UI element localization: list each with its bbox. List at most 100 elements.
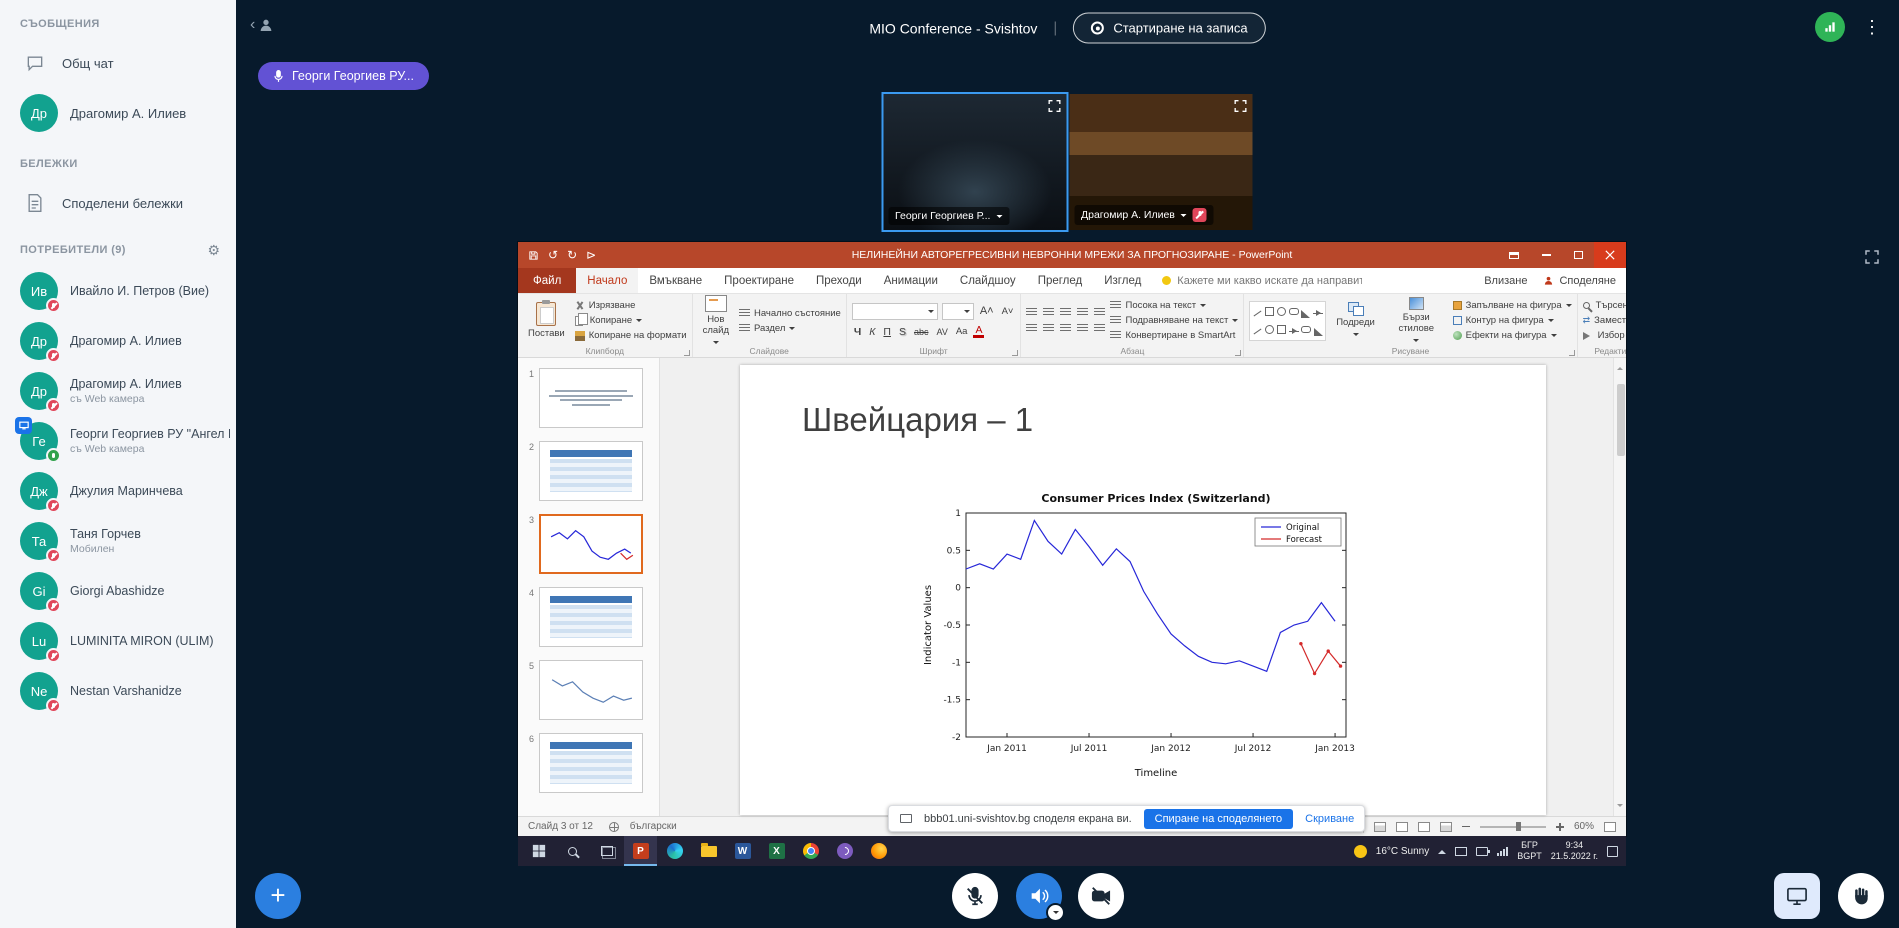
reading-view-button[interactable] — [1418, 822, 1430, 832]
clock[interactable]: 9:3421.5.2022 г. — [1551, 840, 1598, 862]
options-kebab-menu[interactable]: ⋮ — [1859, 17, 1885, 38]
restore-presentation-button[interactable] — [1774, 873, 1820, 919]
dialog-launcher-icon[interactable] — [1569, 350, 1575, 356]
presentation-fullscreen-icon[interactable] — [1863, 248, 1881, 266]
shape-fill-button[interactable]: Запълване на фигура — [1453, 300, 1572, 311]
webcam-tile[interactable]: Драгомир А. Илиев — [1069, 94, 1252, 230]
tab-slideshow[interactable]: Слайдшоу — [949, 268, 1027, 293]
bold-button[interactable]: Ч — [852, 326, 863, 338]
webcam-tile[interactable]: Георги Георгиев Р... — [883, 94, 1066, 230]
copy-button[interactable]: Копиране — [575, 315, 687, 326]
user-list-item[interactable]: Дж Джулия Маринчева — [0, 466, 236, 516]
shared-notes-item[interactable]: Споделени бележки — [0, 180, 236, 226]
task-view-button[interactable] — [590, 836, 623, 866]
underline-button[interactable]: П — [881, 326, 893, 338]
slide-thumbnail[interactable]: 2 — [524, 441, 649, 501]
ribbon-display-options-button[interactable] — [1498, 242, 1530, 268]
taskbar-word-icon[interactable]: W — [726, 836, 759, 866]
language-indicator[interactable]: български — [609, 821, 677, 832]
dialog-launcher-icon[interactable] — [684, 350, 690, 356]
slide-thumbnail[interactable]: 6 — [524, 733, 649, 793]
slide-thumbnail[interactable]: 4 — [524, 587, 649, 647]
taskbar-powerpoint-icon[interactable]: P — [624, 836, 657, 866]
justify-icon[interactable] — [1077, 324, 1088, 333]
quick-styles-button[interactable]: Бързи стилове — [1385, 296, 1448, 346]
public-chat-item[interactable]: Общ чат — [0, 40, 236, 86]
raise-hand-button[interactable] — [1838, 873, 1884, 919]
stop-sharing-button[interactable]: Спиране на споделянето — [1144, 809, 1294, 829]
search-button[interactable] — [556, 836, 589, 866]
taskbar-firefox-icon[interactable] — [862, 836, 895, 866]
maximize-button[interactable] — [1562, 242, 1594, 268]
user-list-item[interactable]: Ив Ивайло И. Петров (Вие) — [0, 266, 236, 316]
vertical-scrollbar[interactable] — [1613, 358, 1626, 816]
columns-icon[interactable] — [1094, 324, 1105, 333]
zoom-in-button[interactable] — [1556, 823, 1564, 831]
fit-to-window-button[interactable] — [1604, 822, 1616, 832]
taskbar-viber-icon[interactable] — [828, 836, 861, 866]
replace-button[interactable]: ⇄Заместване — [1583, 315, 1626, 326]
sign-in-link[interactable]: Влизане — [1484, 275, 1527, 287]
user-list-item[interactable]: Lu LUMINITA MIRON (ULIM) — [0, 616, 236, 666]
language-indicator[interactable]: БГРBGPT — [1517, 840, 1542, 862]
bullets-icon[interactable] — [1026, 308, 1037, 317]
line-spacing-icon[interactable] — [1094, 308, 1105, 317]
save-icon[interactable] — [528, 250, 539, 261]
slide-thumbnail[interactable]: 5 — [524, 660, 649, 720]
align-center-icon[interactable] — [1043, 324, 1054, 333]
grow-font-button[interactable]: A˄ — [978, 305, 996, 317]
taskbar-chrome-icon[interactable] — [794, 836, 827, 866]
font-size-combobox[interactable] — [942, 303, 974, 320]
select-button[interactable]: Избор — [1583, 330, 1626, 341]
arrange-button[interactable]: Подреди — [1331, 301, 1380, 340]
action-center-icon[interactable] — [1607, 846, 1618, 857]
new-slide-button[interactable]: Нов слайд — [698, 294, 734, 348]
user-list-item[interactable]: Ne Nestan Varshanidze — [0, 666, 236, 716]
section-button[interactable]: Раздел — [739, 323, 841, 334]
decrease-indent-icon[interactable] — [1060, 308, 1071, 317]
slide-thumbnail-selected[interactable]: 3 — [524, 514, 649, 574]
private-chat-item[interactable]: Др Драгомир А. Илиев — [0, 86, 236, 140]
slideshow-view-button[interactable] — [1440, 822, 1452, 832]
fullscreen-icon[interactable] — [1046, 98, 1062, 114]
cut-button[interactable]: Изрязване — [575, 300, 687, 311]
close-button[interactable] — [1594, 242, 1626, 268]
scroll-down-icon[interactable] — [1617, 804, 1623, 810]
format-painter-button[interactable]: Копиране на формати — [575, 330, 687, 341]
normal-view-button[interactable] — [1374, 822, 1386, 832]
user-list-item[interactable]: Др Драгомир А. Илиевсъ Web камера — [0, 366, 236, 416]
talking-indicator[interactable]: Георги Георгиев РУ... — [258, 62, 429, 90]
paste-button[interactable]: Постави — [523, 301, 570, 340]
current-slide[interactable]: Швейцария – 1 Consumer Prices Index (Swi… — [740, 365, 1546, 815]
slide-sorter-view-button[interactable] — [1396, 822, 1408, 832]
text-direction-button[interactable]: Посока на текст — [1110, 300, 1238, 311]
camera-off-button[interactable] — [1078, 873, 1124, 919]
align-left-icon[interactable] — [1026, 324, 1037, 333]
shape-effects-button[interactable]: Ефекти на фигура — [1453, 330, 1572, 341]
taskbar-edge-icon[interactable] — [658, 836, 691, 866]
webcam-name-dropdown[interactable]: Георги Георгиев Р... — [888, 207, 1009, 225]
character-spacing-button[interactable]: AV — [935, 327, 950, 337]
tab-transitions[interactable]: Преходи — [805, 268, 873, 293]
taskbar-file-explorer-icon[interactable] — [692, 836, 725, 866]
weather-text[interactable]: 16°C Sunny — [1376, 846, 1429, 857]
zoom-out-button[interactable] — [1462, 826, 1470, 828]
change-case-button[interactable]: Aa — [954, 326, 970, 337]
tab-home[interactable]: Начало — [576, 268, 638, 293]
tab-insert[interactable]: Вмъкване — [638, 268, 713, 293]
shape-outline-button[interactable]: Контур на фигура — [1453, 315, 1572, 326]
display-tray-icon[interactable] — [1455, 847, 1467, 856]
start-recording-button[interactable]: Стартиране на записа — [1073, 13, 1265, 44]
start-slideshow-icon[interactable]: ⊳ — [586, 248, 596, 262]
text-shadow-button[interactable]: S — [897, 326, 908, 338]
share-button[interactable]: Споделяне — [1543, 275, 1616, 287]
strikethrough-button[interactable]: abc — [912, 327, 931, 337]
start-button[interactable] — [522, 836, 555, 866]
connection-status-icon[interactable] — [1815, 12, 1845, 42]
mute-microphone-button[interactable] — [952, 873, 998, 919]
increase-indent-icon[interactable] — [1077, 308, 1088, 317]
italic-button[interactable]: К — [867, 326, 877, 338]
scrollbar-thumb[interactable] — [1617, 384, 1625, 456]
zoom-slider[interactable] — [1480, 826, 1546, 828]
shrink-font-button[interactable]: A˅ — [1000, 306, 1016, 317]
